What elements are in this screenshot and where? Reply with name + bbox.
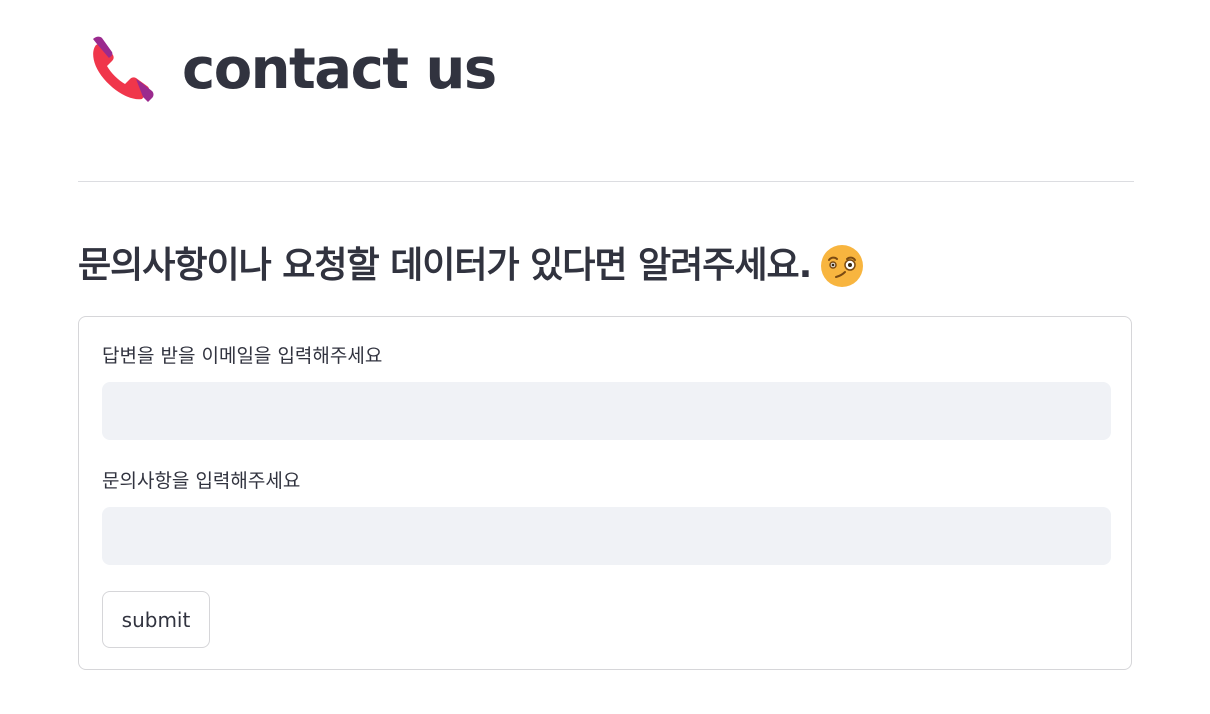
intro-heading: 문의사항이나 요청할 데이터가 있다면 알려주세요. bbox=[78, 238, 865, 294]
intro-text: 문의사항이나 요청할 데이터가 있다면 알려주세요. bbox=[78, 245, 812, 286]
inquiry-field-label: 문의사항을 입력해주세요 bbox=[102, 470, 301, 492]
page-title: contact us bbox=[182, 37, 497, 102]
email-field[interactable] bbox=[102, 382, 1111, 440]
contact-form: 답변을 받을 이메일을 입력해주세요 문의사항을 입력해주세요 submit bbox=[78, 316, 1132, 670]
telephone-receiver-icon bbox=[88, 35, 158, 105]
inquiry-field[interactable] bbox=[102, 507, 1111, 565]
divider bbox=[78, 181, 1134, 182]
winking-face-icon bbox=[819, 243, 865, 289]
email-field-label: 답변을 받을 이메일을 입력해주세요 bbox=[102, 345, 383, 367]
submit-button[interactable]: submit bbox=[102, 591, 210, 648]
page-header: contact us bbox=[88, 30, 497, 110]
